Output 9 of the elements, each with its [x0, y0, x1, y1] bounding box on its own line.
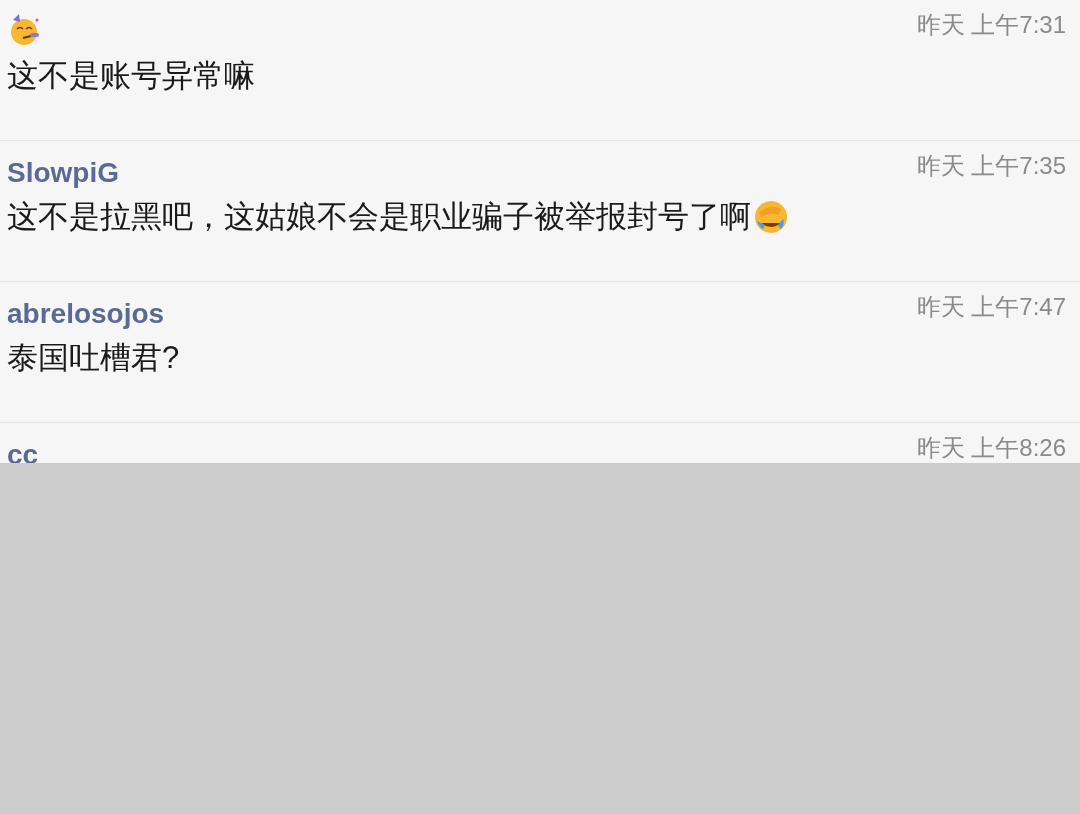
timestamp: 昨天 上午7:47 [916, 292, 1066, 322]
author-name[interactable]: SlowpiG [7, 155, 119, 191]
timestamp: 昨天 上午8:26 [916, 433, 1066, 463]
comment-text: 泰国吐槽君? [7, 339, 180, 377]
comment-text: 这不是拉黑吧，这姑娘不会是职业骗子被举报封号了啊 [7, 198, 751, 236]
timestamp: 昨天 上午7:31 [916, 10, 1066, 40]
author-name[interactable]: abrelosojos [7, 296, 165, 332]
comment-text: 这不是账号异常嘛 [7, 57, 255, 95]
timestamp: 昨天 上午7:35 [916, 151, 1066, 181]
